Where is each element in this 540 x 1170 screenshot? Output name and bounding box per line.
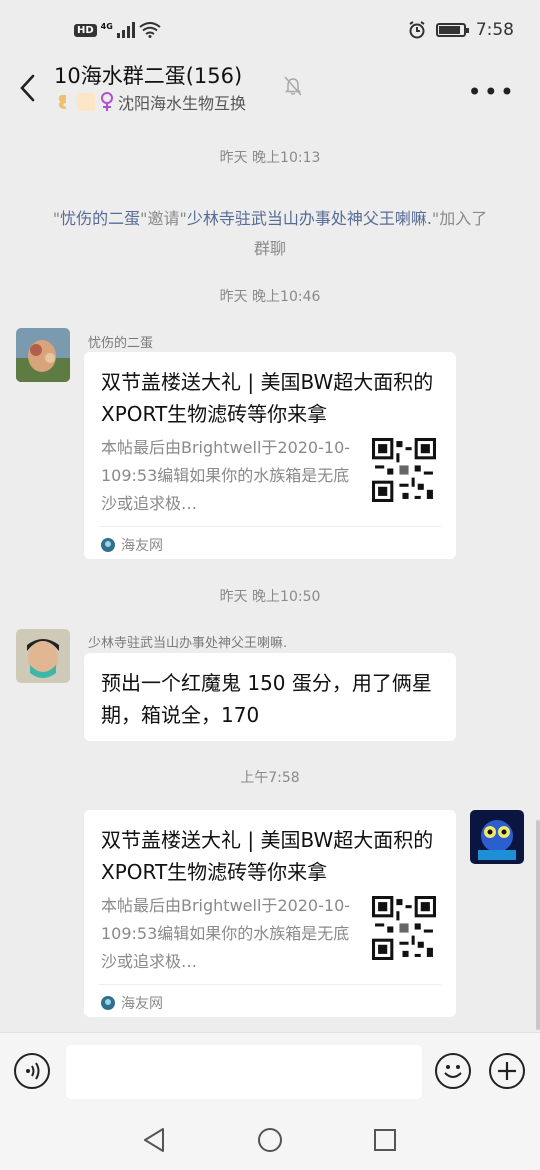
time-separator: 昨天 晚上10:50: [219, 589, 321, 605]
source-logo-icon: [101, 538, 115, 552]
link-card-own[interactable]: 双节盖楼送大礼 | 美国BW超大面积的XPORT生物滤砖等你来拿 本帖最后由Br…: [84, 810, 456, 1017]
link-card[interactable]: 双节盖楼送大礼 | 美国BW超大面积的XPORT生物滤砖等你来拿 本帖最后由Br…: [84, 352, 456, 559]
network-indicators: HD 4G: [74, 22, 161, 38]
source-logo-icon: [101, 996, 115, 1010]
sender-name: 少林寺驻武当山办事处神父王喇嘛.: [88, 636, 288, 651]
emoji-button[interactable]: [435, 1053, 471, 1089]
card-title: 双节盖楼送大礼 | 美国BW超大面积的XPORT生物滤砖等你来拿: [101, 370, 434, 426]
alarm-icon: [409, 21, 425, 39]
battery-level: [438, 26, 461, 34]
nav-recents-icon[interactable]: [373, 1128, 397, 1152]
qr-code-thumbnail: [372, 438, 436, 502]
message-input[interactable]: [66, 1045, 422, 1099]
card-divider: [99, 984, 441, 985]
subtitle-text: 沈阳海水生物互换: [118, 94, 247, 113]
avatar-self[interactable]: [470, 810, 524, 864]
more-icon[interactable]: •••: [468, 78, 516, 106]
sender-name: 忧伤的二蛋: [88, 336, 154, 351]
clock: 7:58: [475, 20, 514, 40]
system-message: "忧伤的二蛋"邀请"少林寺驻武当山办事处神父王喇嘛."加入了群聊: [50, 204, 490, 264]
quote-open: ": [52, 209, 61, 228]
plus-button[interactable]: [489, 1053, 525, 1089]
wifi-icon: [139, 22, 161, 38]
invite-text: "邀请": [140, 209, 187, 228]
source-name: 海友网: [121, 538, 163, 554]
shell-emoji-icon: [58, 95, 66, 109]
emoji-icon: [444, 1065, 462, 1078]
input-bar: [0, 1032, 540, 1110]
scrollbar[interactable]: [536, 820, 540, 1030]
source-name: 海友网: [121, 996, 163, 1012]
card-description: 本帖最后由Brightwell于2020-10-109:53编辑如果你的水族箱是…: [101, 896, 351, 971]
invitee-link[interactable]: 少林寺驻武当山办事处神父王喇嘛.: [187, 209, 432, 228]
plus-icon: [498, 1062, 516, 1080]
card-source: 海友网: [101, 535, 163, 555]
female-sign-icon: [101, 92, 113, 111]
time-separator: 上午7:58: [240, 770, 300, 786]
chat-title: 10海水群二蛋(156): [54, 64, 243, 88]
hd-badge: HD: [74, 23, 97, 37]
network-type: 4G: [100, 21, 113, 31]
qr-code-thumbnail: [372, 896, 436, 960]
card-description: 本帖最后由Brightwell于2020-10-109:53编辑如果你的水族箱是…: [101, 438, 351, 513]
card-source: 海友网: [101, 993, 163, 1013]
card-title: 双节盖楼送大礼 | 美国BW超大面积的XPORT生物滤砖等你来拿: [101, 828, 434, 884]
status-bar: HD 4G 7:58: [0, 0, 540, 60]
text-message[interactable]: 预出一个红魔鬼 150 蛋分，用了俩星期，箱说全，170: [84, 653, 456, 741]
voice-button[interactable]: [14, 1053, 50, 1089]
time-separator: 昨天 晚上10:13: [219, 150, 321, 166]
system-nav-bar: [0, 1110, 540, 1170]
battery-icon: [435, 23, 469, 37]
signal-icon: [116, 22, 135, 38]
avatar-user2[interactable]: [16, 629, 70, 683]
voice-icon: [26, 1062, 40, 1080]
status-right: 7:58: [408, 20, 514, 40]
square-emoji-icon: [77, 93, 95, 111]
message-text: 预出一个红魔鬼 150 蛋分，用了俩星期，箱说全，170: [101, 671, 432, 727]
back-arrow-icon[interactable]: [18, 74, 38, 102]
nav-home-icon[interactable]: [257, 1127, 283, 1153]
mute-bell-icon: [284, 76, 302, 96]
nav-back-icon[interactable]: [142, 1127, 166, 1153]
card-divider: [99, 526, 441, 527]
chat-subtitle: 沈阳海水生物互换: [54, 90, 246, 114]
chat-header: 10海水群二蛋(156) 沈阳海水生物互换 •••: [0, 60, 540, 118]
inviter-link[interactable]: 忧伤的二蛋: [60, 209, 140, 228]
avatar-user1[interactable]: [16, 328, 70, 382]
time-separator: 昨天 晚上10:46: [219, 289, 321, 305]
